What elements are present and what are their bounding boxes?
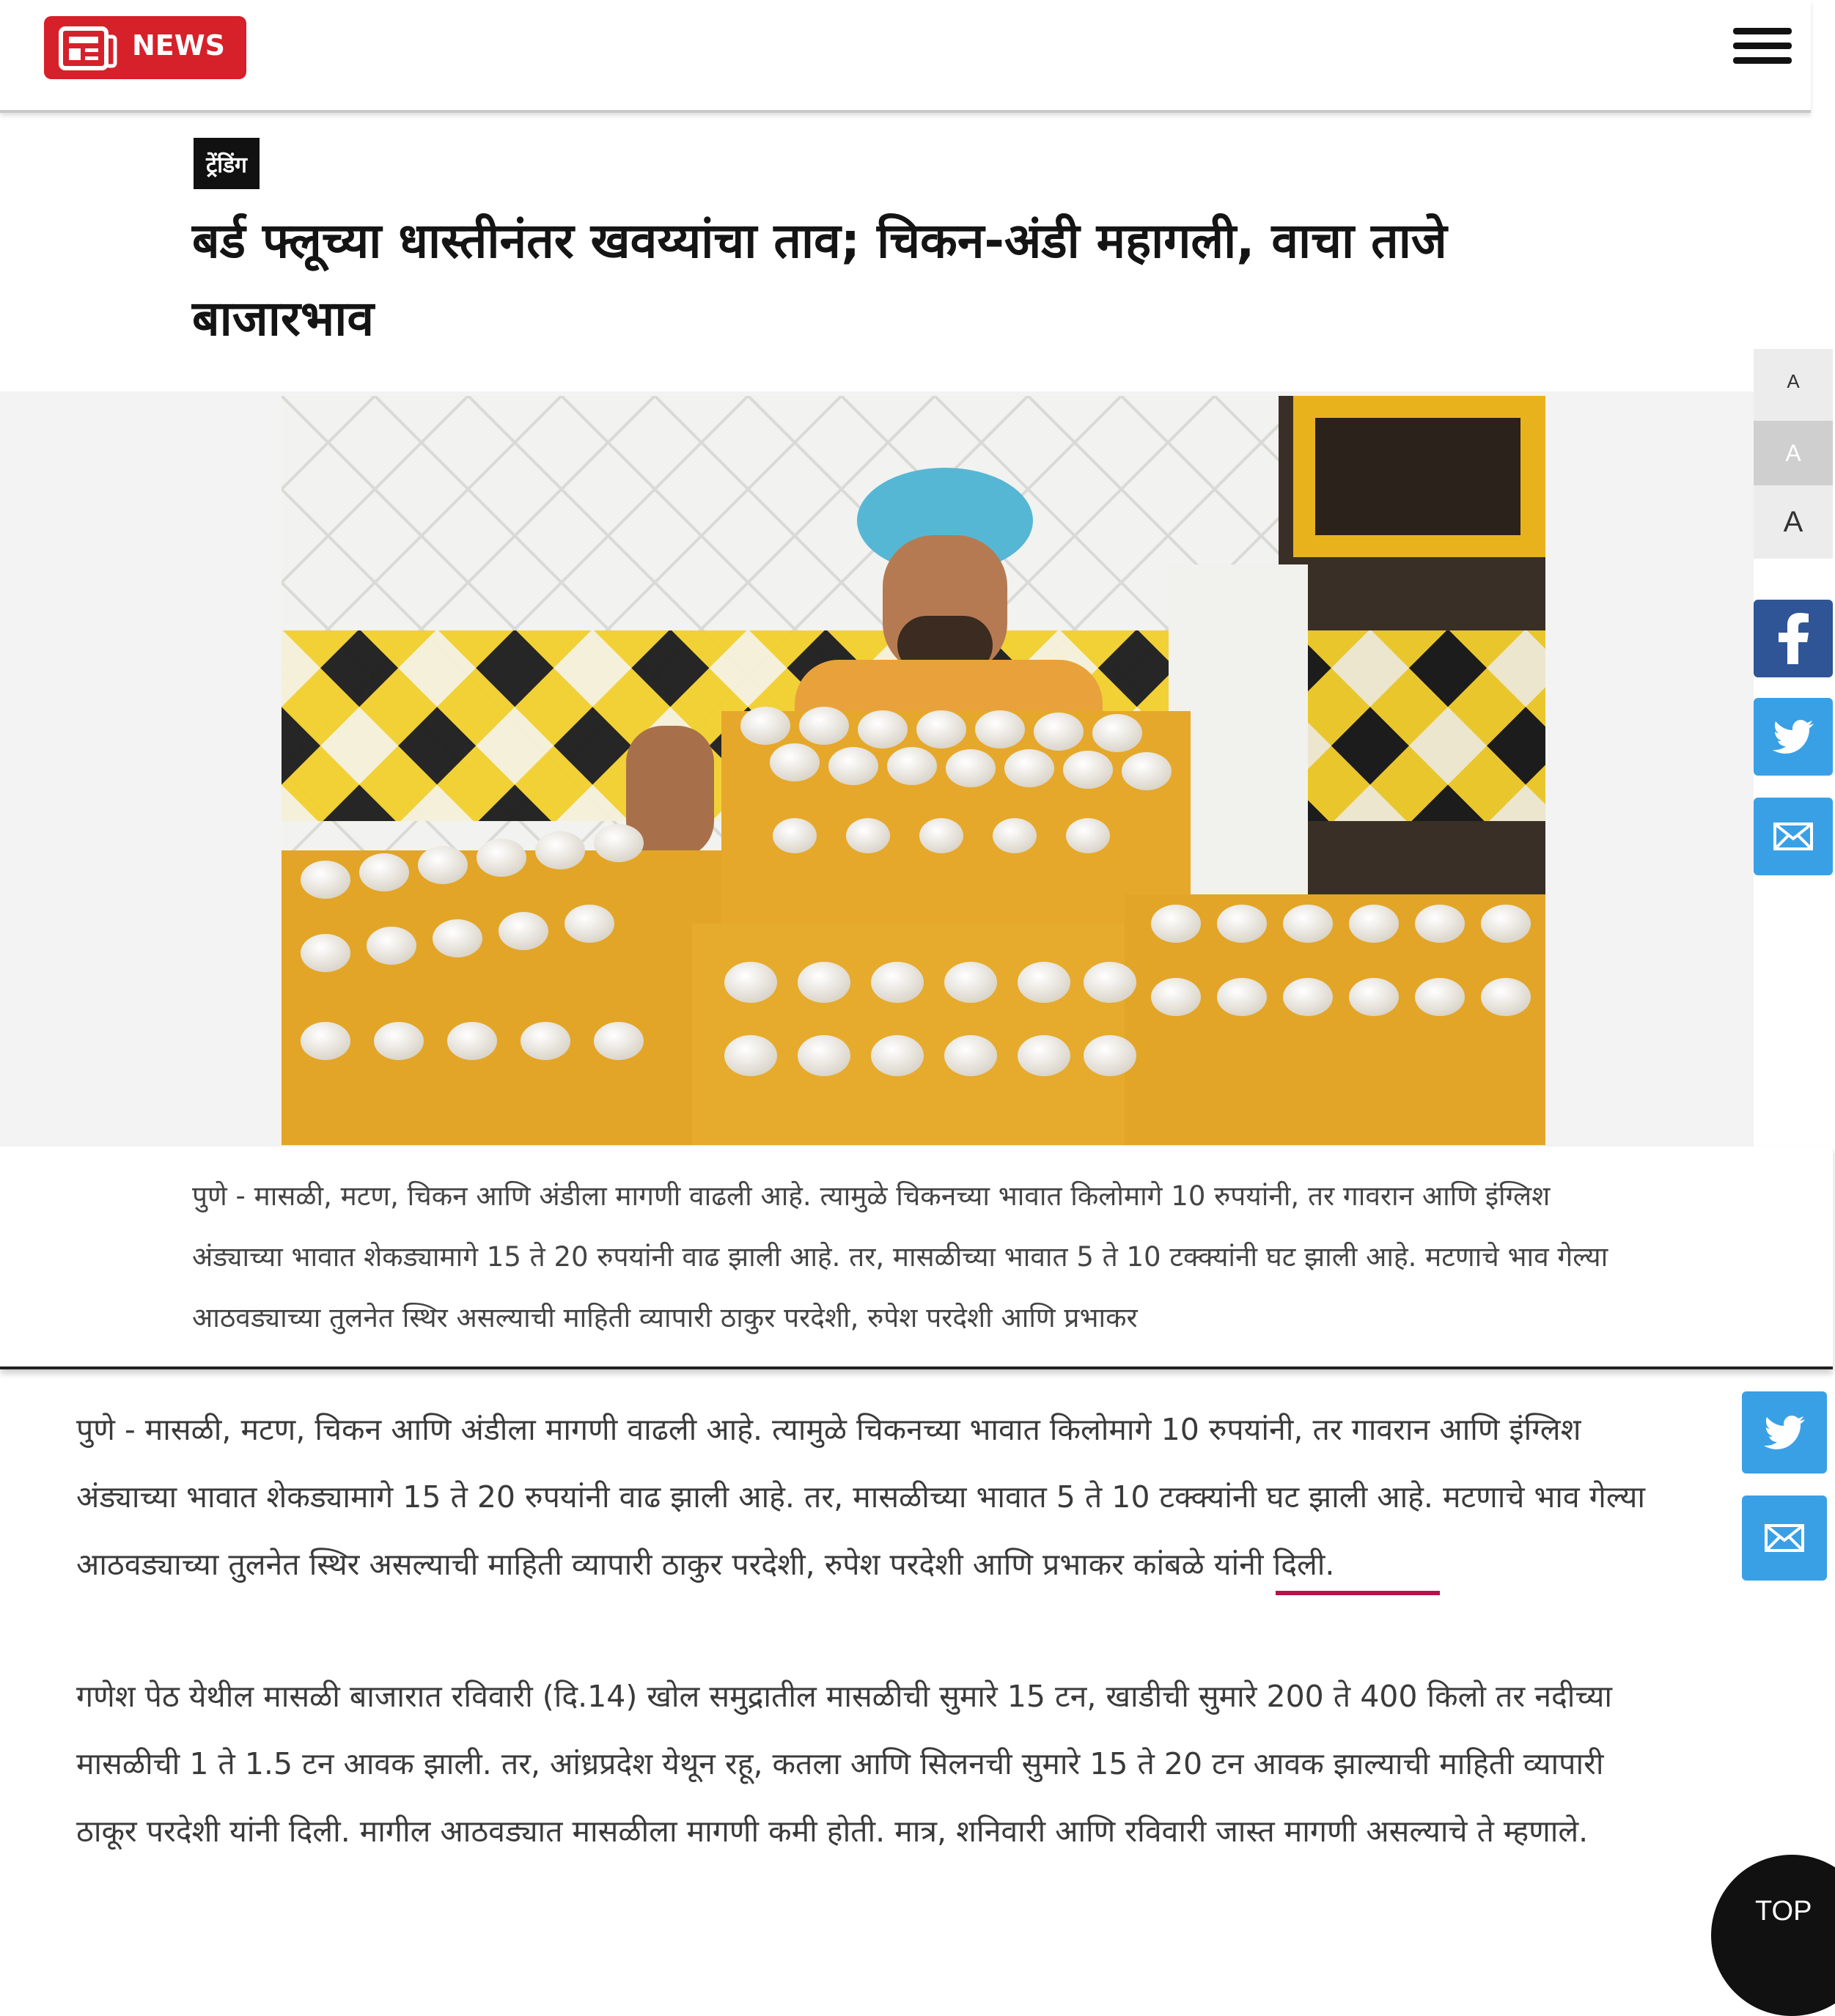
twitter-icon	[1773, 720, 1814, 754]
twitter-share-button[interactable]	[1754, 698, 1833, 776]
article-body-preview: पुणे - मासळी, मटण, चिकन आणि अंडीला मागणी…	[0, 1147, 1833, 1369]
eggs-vendor-photo	[282, 396, 1545, 1145]
mail-icon	[1765, 1524, 1804, 1552]
hamburger-menu-button[interactable]	[1733, 28, 1792, 72]
link-underline[interactable]	[1276, 1591, 1440, 1595]
site-header: NEWS	[0, 0, 1811, 113]
font-size-controls: A A A	[1754, 349, 1833, 559]
font-size-large-button[interactable]: A	[1754, 490, 1833, 554]
hamburger-icon-bar	[1733, 57, 1792, 64]
mail-icon	[1773, 823, 1813, 850]
font-size-small-button[interactable]: A	[1754, 349, 1833, 413]
facebook-icon	[1779, 613, 1809, 664]
email-share-button[interactable]	[1754, 798, 1833, 875]
trending-tag[interactable]: ट्रेंडिंग	[194, 138, 260, 189]
scroll-to-top-button[interactable]: TOP	[1711, 1855, 1835, 2016]
article-paragraph-2: गणेश पेठ येथील मासळी बाजारात रविवारी (दि…	[76, 1679, 1613, 1849]
article-headline: बर्ड फ्लूच्या धास्तीनंतर खवय्यांचा ताव; …	[192, 213, 1447, 347]
article-paragraph: पुणे - मासळी, मटण, चिकन आणि अंडीला मागणी…	[192, 1180, 1608, 1333]
hamburger-icon-bar	[1733, 43, 1792, 49]
article-paragraph-1: पुणे - मासळी, मटण, चिकन आणि अंडीला मागणी…	[76, 1412, 1645, 1582]
font-size-medium-button[interactable]: A	[1754, 421, 1833, 485]
article-photo	[282, 396, 1545, 1145]
top-label: TOP	[1755, 1896, 1812, 1927]
twitter-icon	[1764, 1416, 1805, 1449]
hamburger-icon-bar	[1733, 28, 1792, 34]
news-logo[interactable]: NEWS	[44, 16, 246, 79]
logo-text: NEWS	[132, 29, 226, 62]
facebook-share-button[interactable]	[1754, 600, 1833, 677]
twitter-share-button[interactable]	[1742, 1391, 1827, 1474]
newspaper-icon	[59, 26, 117, 70]
email-share-button[interactable]	[1742, 1496, 1827, 1581]
